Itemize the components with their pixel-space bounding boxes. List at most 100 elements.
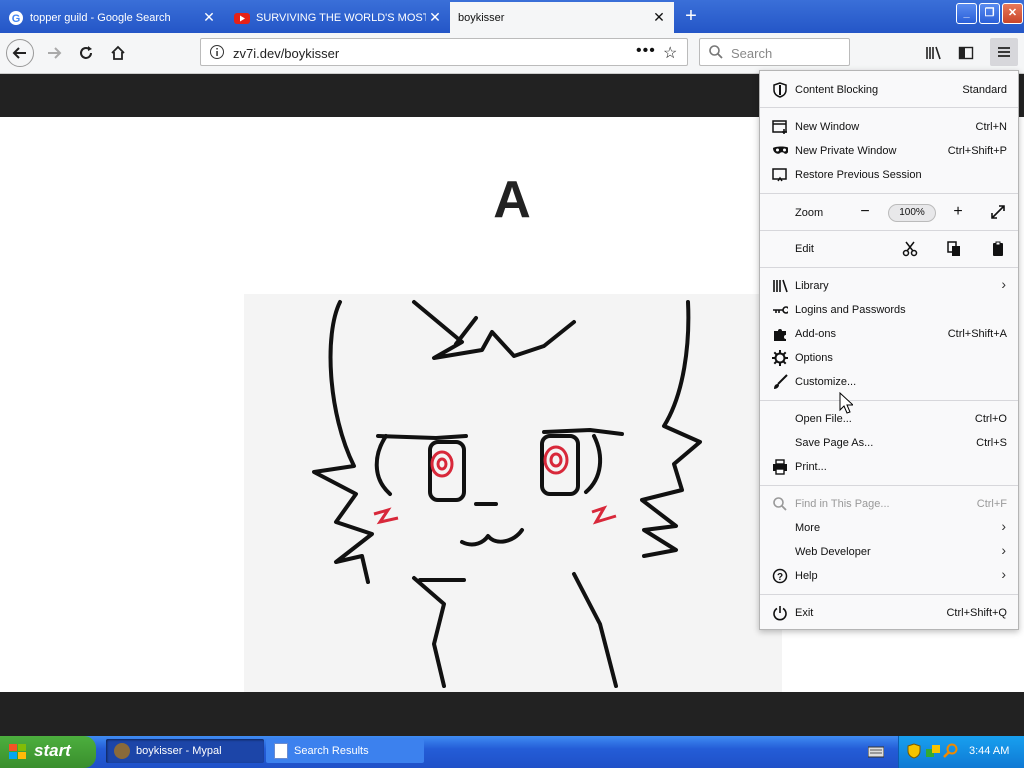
- menu-button[interactable]: [990, 38, 1018, 66]
- menu-logins-passwords[interactable]: Logins and Passwords: [760, 298, 1018, 322]
- back-arrow-icon: [12, 47, 26, 59]
- library-button[interactable]: [922, 41, 946, 65]
- search-icon: [708, 44, 724, 63]
- menu-content-blocking[interactable]: Content Blocking Standard: [760, 78, 1018, 102]
- menu-separator: [760, 485, 1018, 486]
- menu-separator: [760, 107, 1018, 108]
- fullscreen-icon[interactable]: [987, 204, 1009, 222]
- close-tab-icon[interactable]: ✕: [426, 9, 444, 26]
- svg-text:?: ?: [777, 572, 783, 583]
- printer-icon: [772, 459, 788, 475]
- cut-icon[interactable]: [899, 241, 921, 259]
- search-tray-icon[interactable]: [943, 743, 959, 759]
- character-drawing: [244, 294, 782, 692]
- zoom-out-button[interactable]: −: [854, 204, 876, 222]
- library-icon: [772, 278, 788, 294]
- sidebar-button[interactable]: [954, 41, 978, 65]
- mypal-icon: [114, 743, 130, 759]
- url-text: zv7i.dev/boykisser: [233, 46, 340, 61]
- close-tab-icon[interactable]: ✕: [200, 9, 218, 26]
- page-actions-icon[interactable]: •••: [636, 42, 656, 60]
- menu-customize[interactable]: Customize...: [760, 370, 1018, 394]
- library-icon: [926, 46, 941, 60]
- app-menu-panel: Content Blocking Standard New Window Ctr…: [759, 70, 1019, 630]
- taskbar-item-search-results[interactable]: Search Results: [266, 739, 424, 763]
- taskbar: start boykisser - Mypal Search Results 3…: [0, 736, 1024, 768]
- security-shield-icon[interactable]: [907, 743, 921, 759]
- menu-find-in-page[interactable]: Find in This Page... Ctrl+F: [760, 492, 1018, 516]
- info-icon[interactable]: [209, 44, 225, 63]
- menu-edit-row: Edit: [760, 237, 1018, 261]
- menu-separator: [760, 193, 1018, 194]
- menu-print[interactable]: Print...: [760, 455, 1018, 479]
- reload-button[interactable]: [74, 41, 98, 65]
- tab-title: SURVIVING THE WORLD'S MOST E: [256, 11, 426, 24]
- taskbar-item-mypal[interactable]: boykisser - Mypal: [106, 739, 264, 763]
- clock: 3:44 AM: [969, 745, 1010, 757]
- key-icon: [772, 302, 788, 318]
- new-tab-button[interactable]: +: [680, 5, 702, 27]
- keyboard-icon[interactable]: [868, 746, 884, 758]
- home-button[interactable]: [106, 41, 130, 65]
- tab-strip: G topper guild - Google Search ✕ SURVIVI…: [0, 0, 1024, 33]
- google-icon: G: [8, 10, 24, 26]
- menu-new-window[interactable]: New Window Ctrl+N: [760, 115, 1018, 139]
- menu-open-file[interactable]: Open File... Ctrl+O: [760, 407, 1018, 431]
- menu-separator: [760, 230, 1018, 231]
- menu-options[interactable]: Options: [760, 346, 1018, 370]
- zoom-in-button[interactable]: +: [947, 204, 969, 222]
- url-bar[interactable]: zv7i.dev/boykisser ••• ☆: [200, 38, 688, 66]
- menu-new-private-window[interactable]: New Private Window Ctrl+Shift+P: [760, 139, 1018, 163]
- restore-session-icon: [772, 167, 788, 183]
- page-bottom-bar: [0, 692, 1024, 736]
- tab-google-search[interactable]: G topper guild - Google Search ✕: [0, 2, 224, 33]
- tab-title: topper guild - Google Search: [30, 11, 171, 24]
- youtube-icon: [234, 10, 250, 26]
- paintbrush-icon: [772, 374, 788, 390]
- menu-addons[interactable]: Add-ons Ctrl+Shift+A: [760, 322, 1018, 346]
- hamburger-icon: [998, 47, 1010, 57]
- close-tab-icon[interactable]: ✕: [650, 9, 668, 26]
- paste-icon[interactable]: [987, 241, 1009, 259]
- system-tray: 3:44 AM: [898, 736, 1024, 768]
- menu-separator: [760, 594, 1018, 595]
- maximize-button[interactable]: ❐: [979, 3, 1000, 24]
- network-icon[interactable]: [925, 743, 941, 759]
- start-button[interactable]: start: [0, 736, 96, 768]
- back-button[interactable]: [6, 39, 34, 67]
- forward-arrow-icon: [48, 47, 62, 59]
- reload-icon: [80, 46, 92, 59]
- bookmark-star-icon[interactable]: ☆: [663, 43, 677, 63]
- search-placeholder: Search: [731, 46, 773, 61]
- menu-library[interactable]: Library ›: [760, 274, 1018, 298]
- menu-more[interactable]: More ›: [760, 516, 1018, 540]
- tab-youtube-video[interactable]: SURVIVING THE WORLD'S MOST E ✕: [226, 2, 450, 33]
- windows-flag-icon: [9, 744, 26, 759]
- search-box[interactable]: Search: [699, 38, 850, 66]
- document-icon: [274, 743, 288, 759]
- tab-title: boykisser: [458, 11, 505, 24]
- help-icon: ?: [772, 568, 788, 584]
- sidebar-icon: [958, 46, 974, 60]
- svg-text:G: G: [12, 13, 21, 25]
- close-window-button[interactable]: ✕: [1002, 3, 1023, 24]
- menu-restore-session[interactable]: Restore Previous Session: [760, 163, 1018, 187]
- tab-boykisser[interactable]: boykisser ✕: [450, 2, 674, 33]
- forward-button[interactable]: [42, 41, 66, 65]
- new-window-icon: [772, 119, 788, 135]
- menu-separator: [760, 267, 1018, 268]
- search-icon: [772, 496, 788, 512]
- shield-icon: [772, 82, 788, 98]
- menu-save-page[interactable]: Save Page As... Ctrl+S: [760, 431, 1018, 455]
- copy-icon[interactable]: [943, 241, 965, 259]
- zoom-reset-button[interactable]: 100%: [888, 204, 936, 222]
- chevron-right-icon: ›: [1001, 566, 1006, 582]
- chevron-right-icon: ›: [1001, 276, 1006, 292]
- menu-web-developer[interactable]: Web Developer ›: [760, 540, 1018, 564]
- minimize-button[interactable]: _: [956, 3, 977, 24]
- gear-icon: [772, 350, 788, 366]
- menu-help[interactable]: ? Help ›: [760, 564, 1018, 588]
- private-mask-icon: [772, 143, 788, 159]
- menu-exit[interactable]: Exit Ctrl+Shift+Q: [760, 601, 1018, 625]
- chevron-right-icon: ›: [1001, 542, 1006, 558]
